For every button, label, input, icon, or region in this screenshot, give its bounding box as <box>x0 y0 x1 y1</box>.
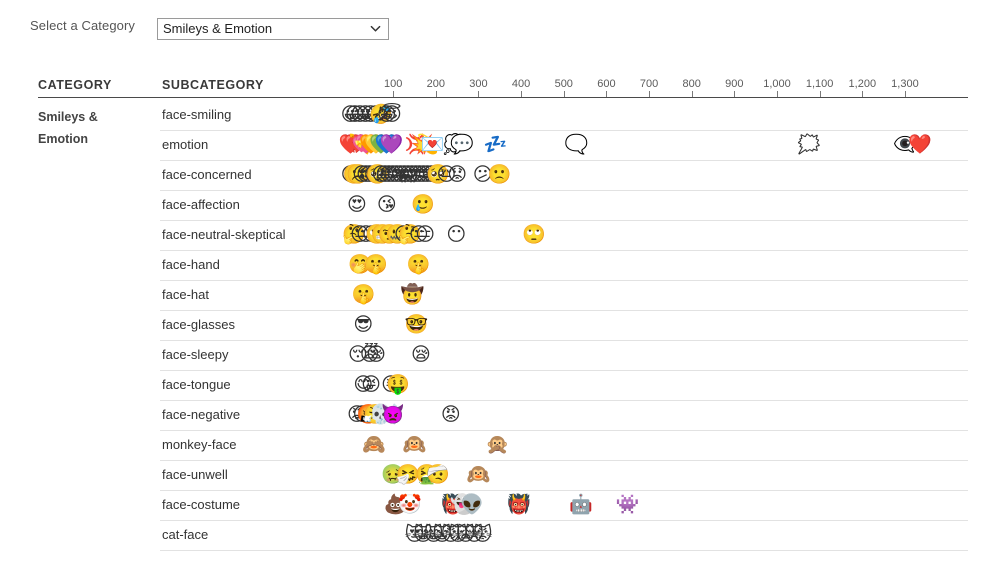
row-marks: 😋 😜 😝 🤑 <box>160 370 968 400</box>
emoji-mark[interactable]: 💬 <box>450 135 474 155</box>
emoji-mark[interactable]: 😡 <box>441 405 461 425</box>
emoji-mark[interactable]: 💌 <box>421 135 445 155</box>
chart-row: face-hat 🤫 🤠 <box>160 280 968 311</box>
chart-row: face-sleepy 😴 😪 😪 😪 <box>160 340 968 371</box>
emoji-mark[interactable]: 🤡 <box>398 495 422 515</box>
emoji-mark[interactable]: 😟 <box>447 165 467 185</box>
emoji-mark[interactable]: 🤫 <box>351 285 375 305</box>
x-axis-tick-label: 1,300 <box>891 78 919 90</box>
chart-row: monkey-face 🙈 🙉 🙊 <box>160 430 968 461</box>
row-marks: 💩 🤡 👹 👻 👽 👹 🤖 👾 <box>160 490 968 520</box>
emoji-mark[interactable]: 🤕 <box>426 465 450 485</box>
row-marks: 😕 🙁 ☹️ 😮 😯 😲 😳 🥺 😦 😧 😨 😰 😥 😢 😭 😱 😖 😣 😞 😓 😩 😫 🥺 😔 😟 😕 🙁 <box>160 160 968 190</box>
emoji-mark[interactable]: 🗨️ <box>565 135 589 155</box>
emoji-mark[interactable]: 🙉 <box>403 435 427 455</box>
row-marks: 🤢 🤧 🤮 🤕 🙉 <box>160 460 968 490</box>
emoji-mark[interactable]: 🤫 <box>407 255 431 275</box>
row-marks: 🙈 🙉 🙊 <box>160 430 968 460</box>
emoji-mark[interactable]: 💤 <box>484 135 508 155</box>
row-marks: 🤫 🤠 <box>160 280 968 310</box>
row-marks: 😻 😸 😹 😺 😼 😽 🙀 😿 😾 <box>160 520 968 550</box>
emoji-mark[interactable]: 👿 <box>381 405 405 425</box>
emoji-mark[interactable]: 🥲 <box>411 195 435 215</box>
chart-row: face-affection 😍 😘 🥲 <box>160 190 968 221</box>
row-marks: 😡 😠 🤬 😤 💀 ☠️ 👿 😡 <box>160 400 968 430</box>
row-marks: 😎 🤓 <box>160 310 968 340</box>
emoji-mark[interactable]: 😪 <box>411 345 431 365</box>
emoji-mark[interactable]: 👹 <box>507 495 531 515</box>
emoji-mark[interactable]: 🤖 <box>569 495 593 515</box>
row-marks: 😴 😪 😪 😪 <box>160 340 968 370</box>
chart-row: face-glasses 😎 🤓 <box>160 310 968 341</box>
emoji-subcategory-chart: CATEGORY SUBCATEGORY 100 200 300 400 500 600 7… <box>0 0 1000 572</box>
x-axis-tick-label: 100 <box>383 78 403 90</box>
column-header-category: CATEGORY <box>38 78 112 92</box>
x-axis-tick-label: 800 <box>682 78 701 90</box>
chart-row: face-hand 🤭 🤫 🤫 <box>160 250 968 281</box>
emoji-mark[interactable]: 🤓 <box>405 315 429 335</box>
x-axis-tick-label: 600 <box>597 78 616 90</box>
emoji-mark[interactable]: 😜 <box>361 375 381 395</box>
emoji-mark[interactable]: 🤫 <box>364 255 388 275</box>
emoji-mark[interactable]: 🙄 <box>522 225 546 245</box>
emoji-mark[interactable]: 😘 <box>377 195 397 215</box>
emoji-mark[interactable]: 👾 <box>616 495 640 515</box>
chart-row: face-neutral-skeptical 🤔 😐 😑 😶 🙄 😬 🤨 🤐 😒 🤔 😐 😑 😶 🙄 <box>160 220 968 251</box>
chart-row: face-negative 😡 😠 🤬 😤 💀 ☠️ 👿 😡 <box>160 400 968 431</box>
chart-row: face-costume 💩 🤡 👹 👻 👽 👹 🤖 👾 <box>160 490 968 521</box>
row-marks: 🤭 🤫 🤫 <box>160 250 968 280</box>
emoji-mark[interactable]: 🙉 <box>467 465 491 485</box>
row-marks: ❤️ 💔 💘 💝 🧡 💛 💚 💙 💜 💢 💥 💫 💌 💭 💬 💤 🗨️ 🗯️ 👁️‍🗨️ ❤️ <box>160 130 968 160</box>
x-axis-tick-label: 500 <box>554 78 573 90</box>
x-axis-tick-label: 900 <box>725 78 744 90</box>
chart-row: face-tongue 😋 😜 😝 🤑 <box>160 370 968 401</box>
x-axis-line <box>38 97 968 98</box>
chart-row: cat-face 😻 😸 😹 😺 😼 😽 🙀 😿 😾 <box>160 520 968 551</box>
chart-row: face-concerned 😕 🙁 ☹️ 😮 😯 😲 😳 🥺 😦 😧 😨 😰 😥 😢 😭 😱 😖 😣 😞 😓 😩 😫 🥺 😔 😟… <box>160 160 968 191</box>
emoji-mark[interactable]: 🤠 <box>400 285 424 305</box>
chart-row: face-smiling 😀 😃 😄 😁 😆 😅 🤣 😂 😇 <box>160 100 968 131</box>
column-header-subcategory: SUBCATEGORY <box>162 78 264 92</box>
x-axis-tick-label: 1,200 <box>848 78 877 90</box>
chart-row: emotion ❤️ 💔 💘 💝 🧡 💛 💚 💙 💜 💢 💥 💫 💌 💭 💬 💤 🗨️ 🗯️ 👁️‍🗨️ ❤️ <box>160 130 968 161</box>
x-axis-tick-label: 1,000 <box>763 78 791 90</box>
emoji-mark[interactable]: 😑 <box>415 225 435 245</box>
row-marks: 🤔 😐 😑 😶 🙄 😬 🤨 🤐 😒 🤔 😐 😑 😶 🙄 <box>160 220 968 250</box>
emoji-mark[interactable]: 😪 <box>366 345 386 365</box>
chart-row: face-unwell 🤢 🤧 🤮 🤕 🙉 <box>160 460 968 491</box>
emoji-mark[interactable]: 😎 <box>353 315 373 335</box>
emoji-mark[interactable]: 🤑 <box>386 375 410 395</box>
x-axis-tick-label: 1,100 <box>805 78 834 90</box>
row-marks: 😀 😃 😄 😁 😆 😅 🤣 😂 😇 <box>160 100 968 130</box>
emoji-mark[interactable]: 😍 <box>347 195 367 215</box>
x-axis-tick-label: 700 <box>639 78 659 90</box>
emoji-mark[interactable]: 😾 <box>473 525 493 545</box>
row-group-category-label: Smileys & Emotion <box>38 110 98 146</box>
emoji-mark[interactable]: 🙊 <box>486 435 510 455</box>
x-axis-tick-label: 400 <box>511 78 531 90</box>
emoji-mark[interactable]: 😇 <box>382 105 402 125</box>
emoji-mark[interactable]: 🗯️ <box>797 135 821 155</box>
emoji-mark[interactable]: 💜 <box>380 135 404 155</box>
emoji-mark[interactable]: 😶 <box>446 225 466 245</box>
x-axis-tick-label: 300 <box>469 78 488 90</box>
emoji-mark[interactable]: 👽 <box>460 495 484 515</box>
row-marks: 😍 😘 🥲 <box>160 190 968 220</box>
emoji-mark[interactable]: 🙁 <box>488 165 512 185</box>
emoji-mark[interactable]: ❤️ <box>908 135 932 155</box>
emoji-mark[interactable]: 🙈 <box>362 435 386 455</box>
x-axis-tick-label: 200 <box>426 78 445 90</box>
